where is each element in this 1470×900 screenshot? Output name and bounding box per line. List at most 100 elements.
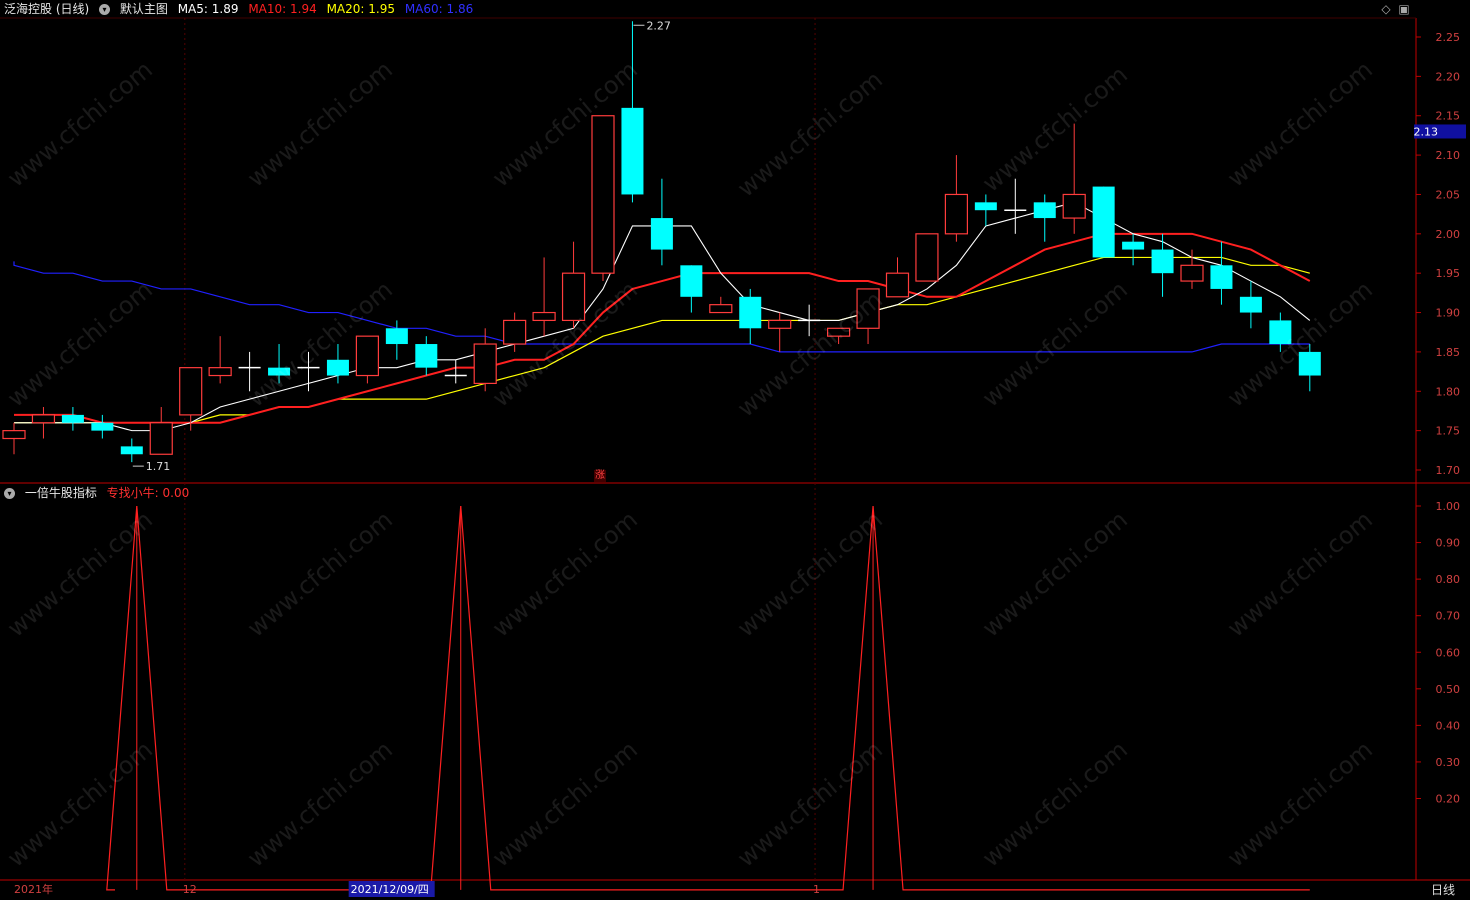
candle-body (326, 359, 349, 376)
candle-body (561, 272, 586, 322)
stock-title[interactable]: 泛海控股 (日线) (4, 2, 89, 16)
candle (415, 336, 438, 376)
chart-canvas[interactable]: 2.25 2.20 2.15 2.10 2.05 2.00 1.95 1.90 1.85 1.80… (0, 0, 1470, 900)
candle (444, 359, 467, 384)
candle-body (974, 202, 997, 211)
maximize-icon[interactable]: ▣ (1397, 2, 1411, 16)
ma60-line (13, 261, 1310, 353)
candle-body (680, 265, 703, 297)
ma5-value: 1.89 (211, 2, 239, 16)
ma5-label: MA5: (177, 2, 208, 16)
candle-body (2, 430, 26, 440)
y-tick-label: 1.75 (1436, 425, 1461, 438)
candle-body (268, 367, 291, 376)
ma20-value: 1.95 (368, 2, 395, 16)
candle (826, 327, 851, 345)
candle (1180, 249, 1204, 289)
candle (1210, 241, 1233, 305)
indicator-line (106, 505, 1310, 891)
candle-body (31, 414, 56, 424)
current-price-label: 2.13 (1414, 125, 1439, 138)
candle-body (591, 115, 615, 274)
candle (561, 241, 586, 329)
candle (1092, 186, 1115, 258)
candle (120, 438, 143, 463)
candle-body (1239, 296, 1262, 313)
candle-body (1033, 202, 1056, 219)
ma10-value: 1.94 (290, 2, 317, 16)
indicator-y-tick-label: 0.20 (1436, 793, 1461, 806)
candle (885, 257, 910, 298)
candle (650, 178, 673, 266)
candle-body (473, 343, 497, 385)
indicator-y-tick-label: 0.50 (1436, 683, 1461, 696)
indicator-settings-icon[interactable]: ▾ (4, 488, 15, 499)
candle-body (621, 107, 644, 195)
candle (355, 335, 379, 384)
ma5-legend: MA5: 1.89 (178, 2, 239, 16)
y-tick-label: 2.25 (1436, 31, 1461, 44)
candle-body (1062, 193, 1086, 219)
ma20-label: MA20: (326, 2, 365, 16)
candle-body (1122, 241, 1145, 250)
candle (591, 115, 615, 282)
candle (739, 288, 762, 345)
y-tick-label: 1.90 (1436, 307, 1461, 320)
y-tick-label: 1.95 (1436, 267, 1461, 280)
candle-body (1092, 186, 1115, 258)
indicator-legend: 专找小牛: 0.00 (107, 486, 190, 500)
indicator-line-label: 专找小牛: (106, 486, 159, 500)
candle-body (149, 422, 173, 455)
candle (1122, 233, 1145, 266)
candle (31, 407, 56, 439)
period-button[interactable]: 日线 (1420, 882, 1466, 898)
y-tick-label: 1.80 (1436, 385, 1461, 398)
candle (238, 351, 261, 392)
candle (61, 407, 84, 431)
candle-body (826, 327, 851, 337)
candle (91, 414, 114, 439)
indicator-name[interactable]: 一倍牛股指标 (25, 486, 97, 500)
candle (1298, 344, 1321, 392)
y-tick-label: 1.70 (1436, 464, 1461, 477)
candle (856, 288, 880, 345)
template-label[interactable]: 默认主图 (120, 2, 168, 16)
candle-body (709, 304, 733, 314)
candle-body (179, 367, 203, 416)
candle (1004, 178, 1027, 234)
candle-body (1269, 320, 1292, 345)
y-tick-label: 2.15 (1436, 110, 1461, 123)
candles-group (2, 21, 1321, 463)
candle-body (91, 422, 114, 431)
x-axis-label: 12 (183, 883, 197, 896)
y-tick-label: 2.00 (1436, 228, 1461, 241)
ma60-legend: MA60: 1.86 (405, 2, 473, 16)
annotation-label: 2.27 (646, 19, 671, 32)
diamond-icon[interactable]: ◇ (1379, 2, 1393, 16)
ma60-value: 1.86 (446, 2, 474, 16)
candle (709, 296, 733, 314)
ma10-legend: MA10: 1.94 (248, 2, 316, 16)
candle (1151, 233, 1174, 297)
candle-body (856, 288, 880, 329)
rise-marker[interactable]: 涨 (594, 470, 606, 482)
candle-body (415, 344, 438, 368)
candle-body (120, 446, 143, 455)
indicator-y-tick-label: 0.30 (1436, 756, 1461, 769)
candle (149, 407, 173, 455)
candle-body (532, 311, 556, 322)
x-axis-label: 2021/12/09/四 (351, 883, 429, 896)
y-tick-label: 2.10 (1436, 149, 1461, 162)
y-tick-label: 2.05 (1436, 188, 1461, 201)
settings-circle-icon[interactable]: ▾ (99, 4, 111, 15)
candle-body (503, 319, 527, 345)
annotation-label: 1.71 (146, 460, 171, 473)
ma20-legend: MA20: 1.95 (327, 2, 395, 16)
candle-body (61, 414, 84, 423)
indicator-y-tick-label: 0.40 (1436, 719, 1461, 732)
candle (268, 344, 291, 384)
candle (1269, 312, 1292, 352)
ma10-label: MA10: (248, 2, 287, 16)
x-axis-label: 2021年 (14, 882, 53, 896)
candle (944, 155, 969, 242)
